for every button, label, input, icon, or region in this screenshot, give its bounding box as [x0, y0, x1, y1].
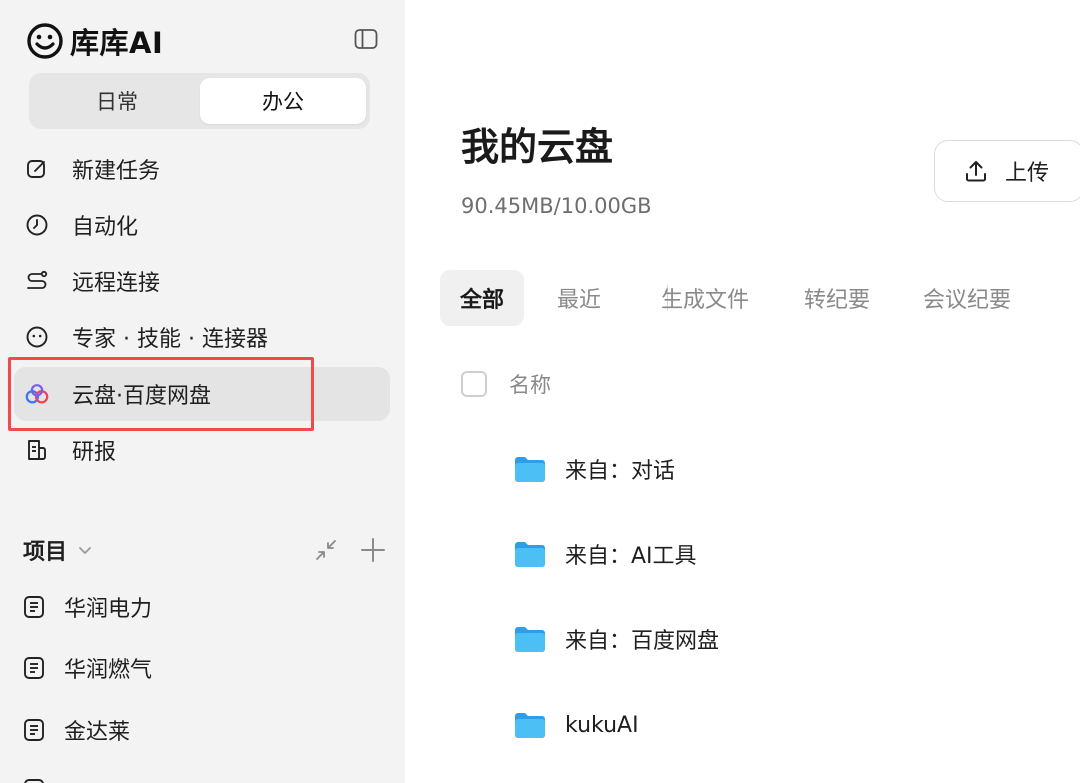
project-item[interactable]: 华润电力: [23, 587, 152, 627]
folder-icon: [515, 542, 545, 567]
list-item[interactable]: kukuAI: [513, 705, 639, 745]
edit-icon: [24, 156, 50, 182]
nav-item-label: 研报: [72, 440, 117, 465]
project-item-partial[interactable]: [23, 770, 45, 783]
smiley-logo-icon: [27, 23, 63, 59]
nav-item-label: 新建任务: [72, 159, 161, 184]
upload-label: 上传: [1005, 161, 1050, 186]
folder-icon: [515, 457, 545, 482]
nav-item-automation[interactable]: 自动化: [14, 198, 390, 252]
report-icon: [24, 437, 50, 463]
folder-icon: [515, 713, 545, 738]
main-panel: 我的云盘 90.45MB/10.00GB 上传 全部 最近 生成文件 转纪要 会…: [405, 0, 1080, 783]
project-label: 华润燃气: [64, 658, 153, 683]
tab-recent[interactable]: 最近: [557, 270, 601, 326]
sidebar: 库库AI 日常 办公 新建任务 自动化 远程连接 专家 · 技能 · 连接器 云…: [0, 0, 405, 783]
document-list-icon: [24, 596, 44, 618]
highlight-annotation: [8, 357, 314, 431]
file-tabs: 全部 最近 生成文件 转纪要 会议纪要: [440, 270, 1080, 326]
document-list-icon: [24, 779, 44, 783]
nav-item-label: 专家 · 技能 · 连接器: [72, 327, 268, 352]
mode-switch: 日常 办公: [29, 73, 370, 129]
page-title: 我的云盘: [461, 125, 614, 169]
column-name[interactable]: 名称: [509, 369, 551, 399]
list-item[interactable]: 来自：百度网盘: [513, 619, 719, 659]
file-name: 来自：百度网盘: [565, 629, 720, 654]
tab-transcribe-summary[interactable]: 转纪要: [804, 270, 870, 326]
select-all-checkbox[interactable]: [461, 371, 487, 397]
collapse-icon[interactable]: [315, 539, 337, 561]
tab-meeting-summary[interactable]: 会议纪要: [923, 270, 1011, 326]
mode-tab-office[interactable]: 办公: [200, 78, 366, 124]
project-label: 金达莱: [64, 720, 131, 745]
nav-item-label: 自动化: [72, 215, 139, 240]
nav-item-remote[interactable]: 远程连接: [14, 254, 390, 308]
smiley-icon: [24, 324, 50, 350]
list-item[interactable]: 来自：对话: [513, 449, 675, 489]
file-name: 来自：AI工具: [565, 544, 697, 569]
plus-icon[interactable]: [360, 537, 386, 563]
upload-button[interactable]: 上传: [934, 140, 1080, 202]
nav-item-label: 远程连接: [72, 271, 161, 296]
chevron-down-icon[interactable]: [77, 542, 93, 558]
upload-icon: [966, 161, 986, 182]
nav-item-new-task[interactable]: 新建任务: [14, 142, 390, 196]
clock-icon: [24, 212, 50, 238]
sidebar-toggle-icon[interactable]: [354, 28, 378, 50]
project-label: 华润电力: [64, 597, 153, 622]
project-item[interactable]: 华润燃气: [23, 648, 152, 688]
nav-item-report[interactable]: 研报: [14, 423, 390, 477]
brand-name: 库库AI: [70, 26, 164, 60]
list-item[interactable]: 来自：AI工具: [513, 534, 697, 574]
storage-usage: 90.45MB/10.00GB: [461, 194, 652, 218]
tab-all[interactable]: 全部: [440, 270, 525, 326]
projects-title[interactable]: 项目: [23, 534, 67, 566]
folder-icon: [515, 627, 545, 652]
project-item[interactable]: 金达莱: [23, 710, 130, 750]
document-list-icon: [24, 719, 44, 741]
document-list-icon: [24, 657, 44, 679]
projects-header: 项目: [23, 532, 393, 568]
nav-item-experts[interactable]: 专家 · 技能 · 连接器: [14, 310, 390, 364]
tab-generated-files[interactable]: 生成文件: [661, 270, 749, 326]
list-header: 名称: [461, 367, 551, 401]
route-icon: [24, 268, 50, 294]
brand[interactable]: 库库AI: [26, 20, 163, 62]
file-name: 来自：对话: [565, 459, 676, 484]
mode-tab-daily[interactable]: 日常: [34, 78, 200, 124]
file-name: kukuAI: [565, 712, 639, 738]
